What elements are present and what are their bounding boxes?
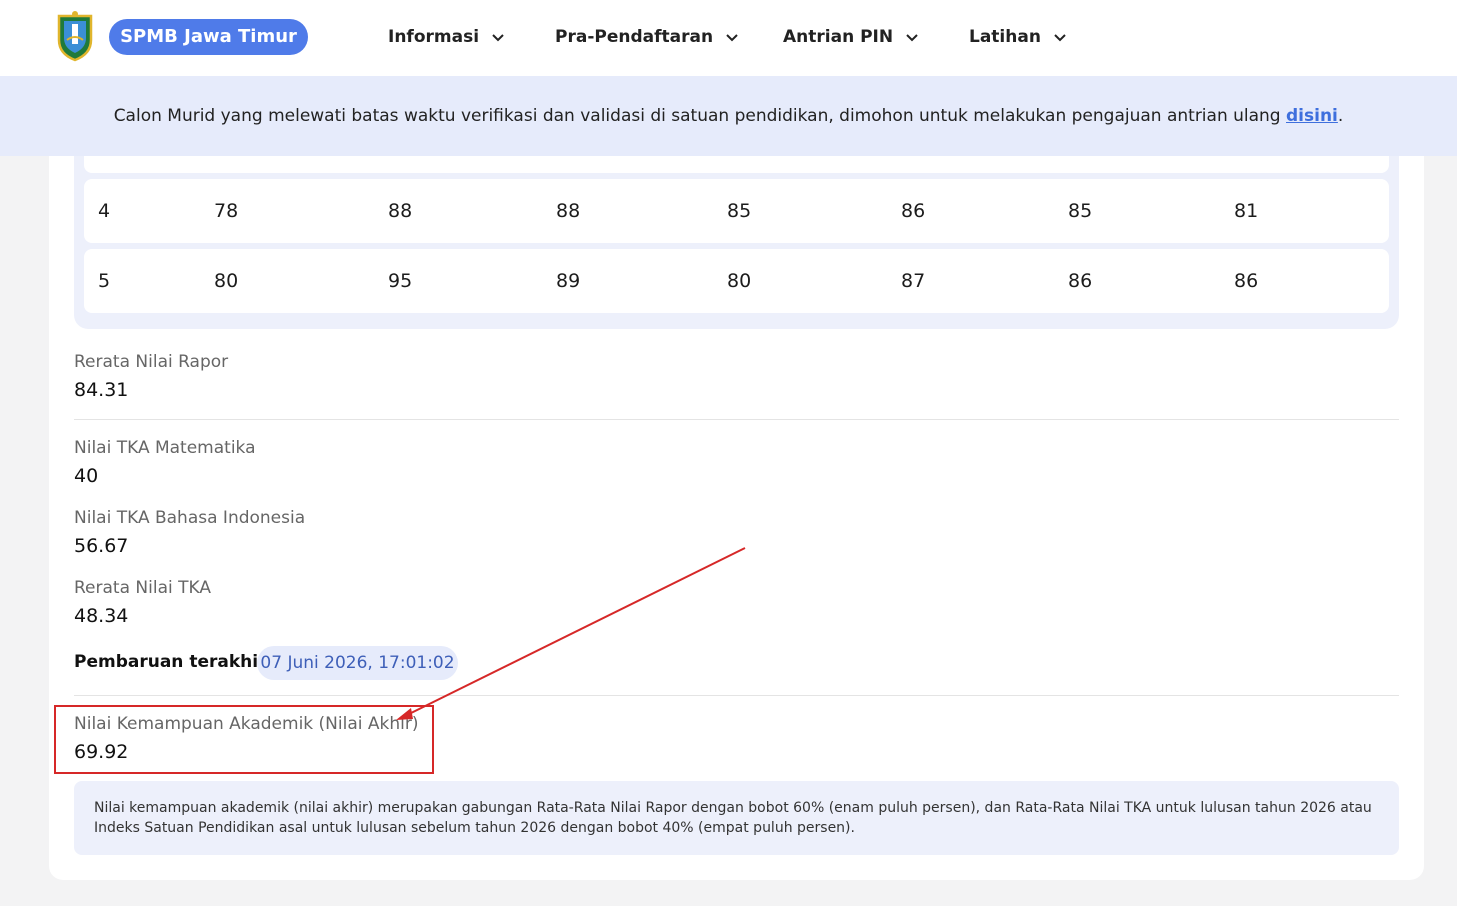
rerata-tka-value: 48.34 <box>74 605 129 627</box>
table-cell: 80 <box>727 270 752 292</box>
nav-antrian-pin[interactable]: Antrian PIN <box>783 24 919 50</box>
table-cell: 86 <box>1068 270 1093 292</box>
table-cell: 81 <box>1234 200 1259 222</box>
table-cell: 86 <box>901 200 926 222</box>
nav-antrian-pin-label: Antrian PIN <box>783 27 894 47</box>
table-cell: 5 <box>98 270 111 292</box>
rerata-tka-label: Rerata Nilai TKA <box>74 578 211 598</box>
table-row: 5 80 95 89 80 87 86 86 <box>84 249 1389 313</box>
brand-button[interactable]: SPMB Jawa Timur <box>109 19 308 55</box>
table-cell: 85 <box>727 200 752 222</box>
tka-matematika-value: 40 <box>74 465 99 487</box>
chevron-down-icon <box>726 34 738 42</box>
nav-informasi[interactable]: Informasi <box>388 24 505 50</box>
table-cell: 78 <box>214 200 239 222</box>
info-note: Nilai kemampuan akademik (nilai akhir) m… <box>74 781 1399 855</box>
rerata-rapor-value: 84.31 <box>74 379 129 401</box>
chevron-down-icon <box>906 34 918 42</box>
nav-pra-pendaftaran[interactable]: Pra-Pendaftaran <box>555 24 739 50</box>
banner-suffix: . <box>1337 106 1344 126</box>
nav-informasi-label: Informasi <box>388 27 480 47</box>
top-navbar: SPMB Jawa Timur Informasi Pra-Pendaftara… <box>0 0 1457 76</box>
table-row: 4 78 88 88 85 86 85 81 <box>84 179 1389 243</box>
table-cell: 80 <box>214 270 239 292</box>
tka-bahasa-indonesia-value: 56.67 <box>74 535 129 557</box>
table-cell: 87 <box>901 270 926 292</box>
rerata-rapor-label: Rerata Nilai Rapor <box>74 352 229 372</box>
chevron-down-icon <box>1054 34 1066 42</box>
nav-pra-pendaftaran-label: Pra-Pendaftaran <box>555 27 714 47</box>
table-cell: 4 <box>98 200 111 222</box>
chevron-down-icon <box>492 34 504 42</box>
nav-latihan-label: Latihan <box>969 27 1041 47</box>
table-cell: 88 <box>388 200 413 222</box>
banner-text: Calon Murid yang melewati batas waktu ve… <box>113 106 1287 126</box>
table-cell: 89 <box>556 270 581 292</box>
banner-link[interactable]: disini <box>1286 106 1338 126</box>
highlight-box <box>54 705 434 774</box>
table-cell: 88 <box>556 200 581 222</box>
tka-bahasa-indonesia-label: Nilai TKA Bahasa Indonesia <box>74 508 306 528</box>
table-cell: 85 <box>1068 200 1093 222</box>
last-updated-label: Pembaruan terakhir : <box>74 652 280 672</box>
divider <box>74 695 1399 696</box>
divider <box>74 419 1399 420</box>
tka-matematika-label: Nilai TKA Matematika <box>74 438 256 458</box>
nav-latihan[interactable]: Latihan <box>969 24 1067 50</box>
last-updated-badge: 07 Juni 2026, 17:01:02 <box>257 646 458 680</box>
table-cell: 86 <box>1234 270 1259 292</box>
info-banner: Calon Murid yang melewati batas waktu ve… <box>0 76 1457 156</box>
table-cell: 95 <box>388 270 413 292</box>
east-java-crest-icon[interactable] <box>55 10 95 62</box>
